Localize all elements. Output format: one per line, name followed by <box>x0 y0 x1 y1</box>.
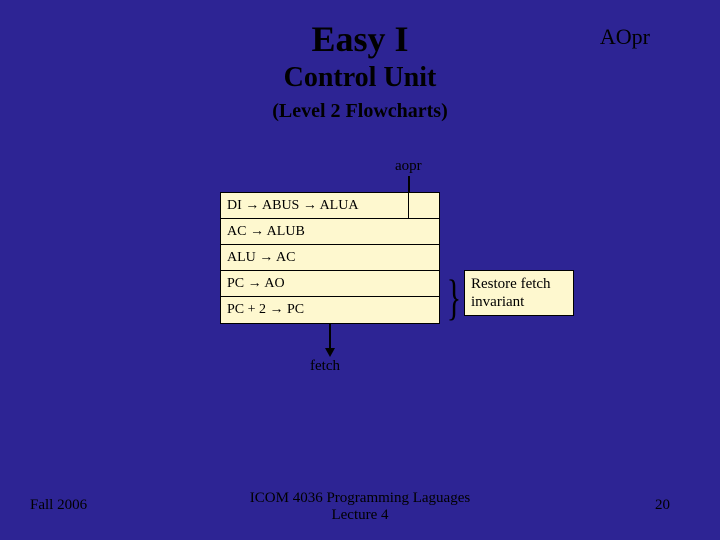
flow-row: ALU → AC <box>221 245 439 271</box>
note-line: Restore fetch <box>471 275 567 293</box>
fetch-label: fetch <box>310 358 340 375</box>
flow-block: DI → ABUS → ALUA AC → ALUB ALU → AC PC →… <box>220 192 440 324</box>
slide-subtitle-2: (Level 2 Flowcharts) <box>0 100 720 123</box>
slide-number: 20 <box>655 497 670 514</box>
flow-row: AC → ALUB <box>221 219 439 245</box>
restore-fetch-note: Restore fetch invariant <box>464 270 574 316</box>
slide-subtitle: Control Unit <box>0 62 720 94</box>
entry-arrow <box>408 176 410 192</box>
flow-row: PC + 2 → PC <box>221 297 439 323</box>
note-line: invariant <box>471 293 567 311</box>
footer-center: ICOM 4036 Programming Laguages Lecture 4 <box>0 490 720 524</box>
flow-row: DI → ABUS → ALUA <box>221 193 439 219</box>
flow-row: PC → AO <box>221 271 439 297</box>
exit-arrow <box>329 324 331 356</box>
brace-icon: } <box>447 272 461 322</box>
aopr-heading: AOpr <box>600 24 650 50</box>
entry-label: aopr <box>395 158 422 175</box>
